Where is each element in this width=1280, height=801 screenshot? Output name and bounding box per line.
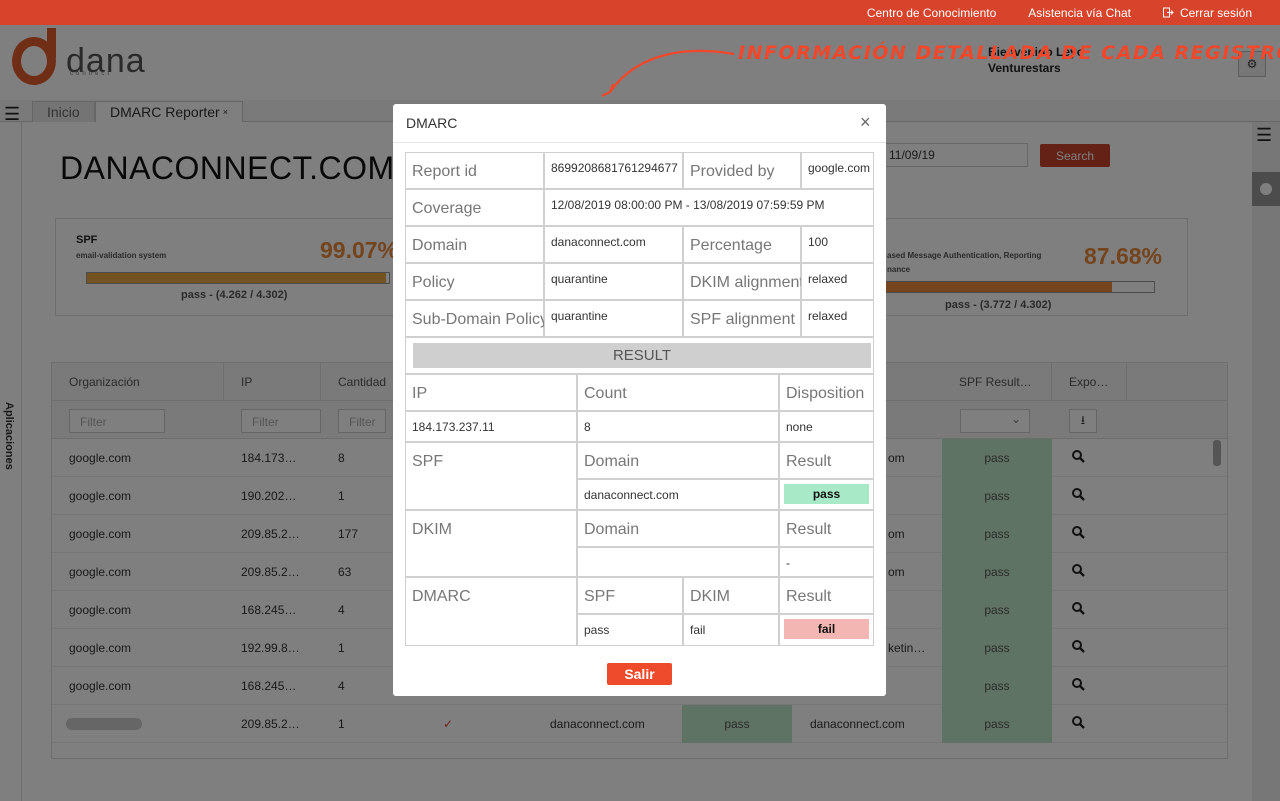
dmarc-spf-cell: pass (577, 614, 683, 646)
logout-icon (1162, 7, 1174, 18)
dmarc-dkim-value: fail (690, 623, 706, 637)
top-links: Centro de Conocimiento Asistencia vía Ch… (867, 0, 1252, 25)
percentage-label-cell: Percentage (683, 226, 801, 263)
disposition-value: none (786, 420, 813, 434)
coverage-label-cell: Coverage (405, 189, 544, 226)
knowledge-center-link[interactable]: Centro de Conocimiento (867, 6, 996, 20)
policy-value: quarantine (551, 272, 608, 286)
subdomain-policy-label-cell: Sub-Domain Policy (405, 300, 548, 337)
dmarc-detail-modal: DMARC × Report id 8699208681761294677 Pr… (393, 104, 886, 696)
report-id-value: 8699208681761294677 (551, 161, 678, 175)
domain-cell: danaconnect.com (544, 226, 683, 263)
ip-label-cell: IP (405, 374, 577, 411)
dkim-domain-label: Domain (584, 521, 640, 538)
coverage-cell: 12/08/2019 08:00:00 PM - 13/08/2019 07:5… (544, 189, 874, 226)
subdomain-policy-value: quarantine (551, 309, 608, 323)
dkim-domain-label-cell: Domain (577, 510, 779, 547)
spf-alignment-cell: relaxed (801, 300, 874, 337)
dmarc-section-label-cell: DMARC (405, 577, 577, 646)
dmarc-result-label-cell: Result (779, 577, 874, 614)
spf-result-label: Result (786, 453, 832, 470)
dmarc-fail-badge: fail (784, 619, 869, 639)
spf-alignment-value: relaxed (808, 309, 848, 323)
spf-domain-value: danaconnect.com (584, 488, 679, 502)
spf-alignment-label-cell: SPF alignment (683, 300, 801, 337)
dkim-result-label-cell: Result (779, 510, 874, 547)
count-label: Count (584, 385, 627, 402)
subdomain-policy-cell: quarantine (544, 300, 683, 337)
annotation-arrow-icon (601, 49, 735, 97)
dkim-alignment-label-cell: DKIM alignment (683, 263, 804, 300)
coverage-value: 12/08/2019 08:00:00 PM - 13/08/2019 07:5… (551, 198, 825, 212)
spf-domain-cell: danaconnect.com (577, 479, 779, 510)
spf-domain-label-cell: Domain (577, 442, 779, 479)
spf-result-cell: pass (779, 479, 874, 510)
percentage-label: Percentage (690, 237, 772, 254)
dmarc-section-label: DMARC (412, 588, 471, 605)
domain-label: Domain (412, 237, 468, 254)
dmarc-result-label: Result (786, 588, 832, 605)
policy-label-cell: Policy (405, 263, 544, 300)
spf-section-label-cell: SPF (405, 442, 577, 510)
report-id-cell: 8699208681761294677 (544, 152, 683, 189)
disposition-label: Disposition (786, 385, 865, 402)
dmarc-dkim-label: DKIM (690, 588, 730, 605)
spf-section-label: SPF (412, 453, 444, 470)
coverage-label: Coverage (412, 200, 482, 217)
count-value: 8 (584, 420, 591, 434)
annotation-label: INFORMACIÓN DETALLADA DE CADA REGISTRO (738, 42, 1280, 64)
count-cell: 8 (577, 411, 779, 442)
spf-domain-label: Domain (584, 453, 640, 470)
logout-link[interactable]: Cerrar sesión (1162, 5, 1252, 20)
policy-cell: quarantine (544, 263, 683, 300)
spf-alignment-label: SPF alignment (690, 311, 795, 328)
dmarc-dkim-cell: fail (683, 614, 779, 646)
chat-support-link[interactable]: Asistencia vía Chat (1028, 6, 1131, 20)
provided-by-cell: google.com (801, 152, 874, 189)
dmarc-spf-label: SPF (584, 588, 616, 605)
domain-label-cell: Domain (405, 226, 544, 263)
dmarc-result-cell: fail (779, 614, 874, 646)
count-label-cell: Count (577, 374, 779, 411)
percentage-value: 100 (808, 235, 829, 249)
spf-pass-badge: pass (784, 484, 869, 504)
close-icon[interactable]: × (860, 112, 871, 133)
spf-result-label-cell: Result (779, 442, 874, 479)
dkim-result-label: Result (786, 521, 832, 538)
dkim-alignment-cell: relaxed (801, 263, 874, 300)
dmarc-spf-label-cell: SPF (577, 577, 683, 614)
ip-label: IP (412, 385, 428, 402)
dmarc-dkim-label-cell: DKIM (683, 577, 779, 614)
provided-by-label: Provided by (690, 163, 775, 180)
top-bar: Centro de Conocimiento Asistencia vía Ch… (0, 0, 1280, 25)
disposition-label-cell: Disposition (779, 374, 874, 411)
report-id-label-cell: Report id (405, 152, 544, 189)
provided-by-label-cell: Provided by (683, 152, 801, 189)
dkim-alignment-label: DKIM alignment (690, 274, 804, 291)
policy-label: Policy (412, 274, 455, 291)
exit-button[interactable]: Salir (607, 663, 672, 685)
modal-title: DMARC (406, 115, 458, 131)
dkim-domain-cell (577, 547, 779, 577)
modal-divider (393, 142, 886, 143)
dkim-section-label-cell: DKIM (405, 510, 577, 577)
dkim-section-label: DKIM (412, 521, 452, 538)
disposition-cell: none (779, 411, 874, 442)
report-id-label: Report id (412, 163, 477, 180)
result-header: RESULT (413, 343, 871, 368)
percentage-cell: 100 (801, 226, 874, 263)
ip-cell: 184.173.237.11 (405, 411, 577, 442)
dkim-result-cell: - (779, 547, 874, 577)
subdomain-policy-label: Sub-Domain Policy (412, 311, 549, 328)
dmarc-spf-value: pass (584, 623, 610, 637)
logout-label: Cerrar sesión (1179, 5, 1252, 20)
provided-by-value: google.com (808, 161, 871, 175)
domain-value: danaconnect.com (551, 235, 646, 249)
dkim-alignment-value: relaxed (808, 272, 848, 286)
ip-value: 184.173.237.11 (412, 420, 495, 434)
dkim-result-value: - (786, 556, 790, 570)
